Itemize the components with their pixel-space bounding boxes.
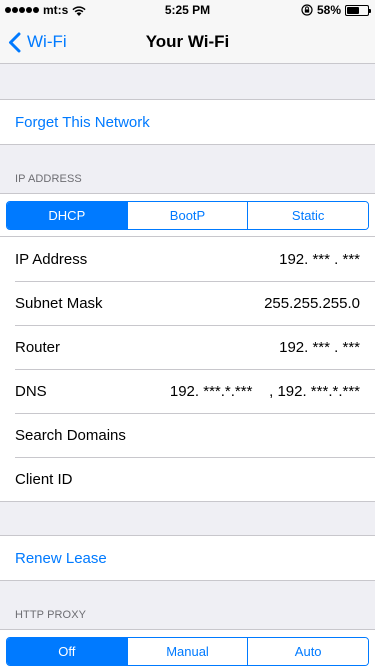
ip-address-header: IP ADDRESS (15, 173, 82, 185)
orientation-lock-icon (301, 4, 313, 16)
http-proxy-segmented-control: Off Manual Auto (6, 637, 369, 666)
ip-details-group: IP Address 192. *** . *** Subnet Mask 25… (0, 237, 375, 502)
row-label: Search Domains (15, 426, 126, 444)
row-value: 192. *** . *** (279, 338, 360, 356)
page-title: Your Wi-Fi (145, 32, 230, 51)
forget-network-group: Forget This Network (0, 99, 375, 145)
renew-lease-label: Renew Lease (15, 549, 107, 567)
segment-manual[interactable]: Manual (126, 638, 248, 665)
segment-off[interactable]: Off (7, 638, 127, 665)
row-value: 192. ***.*.*** , 192. ***.*.*** (169, 382, 360, 400)
http-proxy-header: HTTP PROXY (15, 609, 87, 621)
router-row: Router 192. *** . *** (0, 325, 375, 369)
renew-lease-group: Renew Lease (0, 535, 375, 581)
ip-mode-segment-row: DHCP BootP Static (0, 193, 375, 237)
segment-dhcp[interactable]: DHCP (7, 202, 127, 229)
forget-network-label: Forget This Network (15, 113, 150, 131)
ip-address-row: IP Address 192. *** . *** (0, 237, 375, 281)
http-proxy-segment-row: Off Manual Auto (0, 629, 375, 667)
row-value: 192. *** . *** (279, 250, 360, 268)
status-right: 58% (301, 3, 371, 17)
segment-static[interactable]: Static (247, 202, 368, 229)
renew-lease-button[interactable]: Renew Lease (0, 536, 375, 580)
search-domains-row[interactable]: Search Domains (0, 413, 375, 457)
segment-auto[interactable]: Auto (247, 638, 368, 665)
battery-icon (345, 4, 371, 16)
subnet-mask-row: Subnet Mask 255.255.255.0 (0, 281, 375, 325)
navigation-bar: Wi-Fi Your Wi-Fi (0, 20, 375, 64)
row-label: Subnet Mask (15, 294, 103, 312)
battery-percent: 58% (316, 3, 341, 17)
row-label: Client ID (15, 470, 73, 488)
row-label: Router (15, 338, 61, 356)
client-id-row[interactable]: Client ID (0, 457, 375, 501)
row-label: IP Address (15, 250, 88, 268)
row-value: 255.255.255.0 (264, 294, 360, 312)
forget-network-button[interactable]: Forget This Network (0, 100, 375, 144)
battery-level (347, 6, 359, 14)
ip-mode-segmented-control: DHCP BootP Static (6, 201, 369, 230)
status-bar: mt:s 5:25 PM 58% (0, 0, 375, 20)
segment-bootp[interactable]: BootP (126, 202, 248, 229)
row-label: DNS (15, 382, 47, 400)
dns-row[interactable]: DNS 192. ***.*.*** , 192. ***.*.*** (0, 369, 375, 413)
